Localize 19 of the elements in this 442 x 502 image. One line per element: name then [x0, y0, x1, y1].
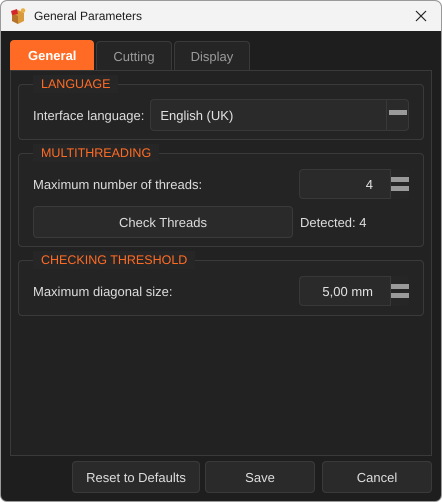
dialog-button[interactable]: Reset to Defaults — [72, 461, 200, 493]
number-field[interactable]: 5,00 mm — [299, 276, 391, 306]
dropdown-icon[interactable] — [388, 110, 406, 115]
spin-arrows-icon[interactable] — [391, 177, 409, 191]
tab[interactable]: Cutting — [96, 41, 172, 70]
field-label: Interface language: — [33, 108, 144, 122]
language-dropdown[interactable]: English (UK) — [150, 99, 409, 131]
spin-arrows-icon[interactable] — [391, 284, 409, 298]
number-field[interactable]: 4 — [299, 169, 391, 199]
dialog-button[interactable]: Cancel — [322, 461, 432, 493]
check-threads-button[interactable]: Check Threads — [33, 206, 293, 238]
close-icon[interactable] — [415, 10, 427, 22]
field-label: Maximum diagonal size: — [33, 284, 174, 298]
detected-label: Detected: 4 — [300, 214, 366, 230]
tab[interactable]: Display — [174, 41, 250, 70]
dialog-button[interactable]: Save — [205, 461, 315, 493]
window-title: General Parameters — [34, 9, 144, 23]
field-label: Maximum number of threads: — [33, 176, 204, 192]
box-icon — [9, 7, 27, 25]
